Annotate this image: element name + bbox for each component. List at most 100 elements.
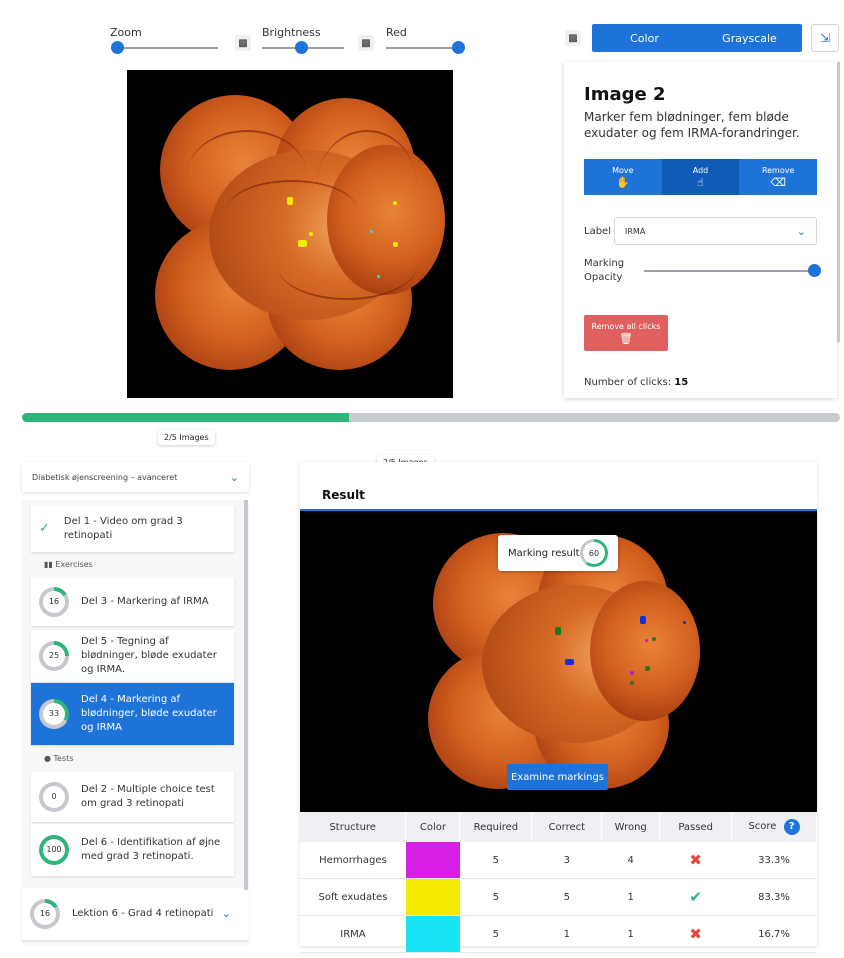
zoom-slider-knob[interactable]	[111, 41, 124, 54]
fundus-image-editor[interactable]	[127, 70, 453, 398]
check-icon: ✓	[39, 521, 50, 536]
red-slider-knob[interactable]	[452, 41, 465, 54]
color-swatch	[405, 879, 460, 915]
course-select-value: Diabetisk øjenscreening – avanceret	[32, 472, 178, 482]
save-icon[interactable]: ▩	[565, 30, 581, 46]
add-mode-button[interactable]: Add ☝	[661, 159, 740, 195]
list-item[interactable]: 16 Del 3 - Markering af IRMA	[31, 578, 234, 626]
progress-ring: 0	[39, 782, 69, 812]
next-lesson[interactable]: 16 Lektion 6 - Grad 4 retinopati ⌄	[22, 888, 249, 940]
progress-ring: 60	[580, 539, 608, 567]
progress-ring: 16	[39, 587, 69, 617]
marking	[565, 659, 574, 665]
marking	[377, 275, 380, 278]
click-count-value: 15	[674, 377, 689, 388]
col-structure: Structure	[300, 812, 407, 842]
color-swatch	[405, 842, 460, 878]
save-zoom-icon[interactable]: ▩	[235, 35, 251, 51]
add-label: Add	[692, 166, 709, 175]
vessel	[187, 130, 307, 220]
marking-result-value: 60	[583, 542, 605, 564]
label-caption: Label	[584, 225, 611, 237]
score-cell: 83.3%	[731, 878, 817, 916]
course-list-scrollbar[interactable]	[244, 500, 248, 890]
opacity-slider[interactable]	[644, 264, 821, 277]
hand-icon: ✋	[615, 176, 630, 189]
grayscale-tab[interactable]: Grayscale	[697, 24, 802, 52]
marking	[630, 681, 634, 685]
correct-cell: 5	[531, 878, 602, 916]
click-count: Number of clicks: 15	[584, 377, 817, 388]
list-item[interactable]: ✓ Del 1 - Video om grad 3 retinopati	[31, 506, 234, 552]
correct-cell: 3	[531, 842, 602, 879]
required-cell: 5	[459, 842, 532, 879]
list-item-active[interactable]: 33 Del 4 - Markering af blødninger, blød…	[31, 683, 234, 745]
marking	[555, 627, 561, 635]
trash-icon: 🗑	[619, 332, 633, 345]
tests-label: Tests	[53, 754, 74, 763]
list-item-title: Del 1 - Video om grad 3 retinopati	[63, 516, 183, 541]
move-mode-button[interactable]: Move ✋	[584, 159, 662, 195]
list-item-title: Del 2 - Multiple choice test om grad 3 r…	[81, 784, 215, 809]
wrong-cell: 1	[601, 915, 660, 953]
exercises-label: Exercises	[55, 560, 93, 569]
progress-ring-value: 16	[43, 591, 65, 613]
marking	[309, 232, 313, 236]
chevron-down-icon: ⌄	[221, 907, 231, 920]
list-item-title: Del 3 - Markering af IRMA	[81, 596, 209, 607]
pointer-icon: ☝	[697, 176, 704, 189]
progress-ring-value: 100	[43, 839, 65, 861]
zoom-slider[interactable]	[116, 47, 218, 49]
info-icon[interactable]: ?	[783, 819, 800, 835]
required-cell: 5	[459, 878, 532, 916]
color-mode-toggle[interactable]: Color Grayscale	[592, 24, 802, 52]
label-select-value: IRMA	[625, 226, 646, 236]
course-select[interactable]: Diabetisk øjenscreening – avanceret ⌄	[22, 462, 249, 492]
course-list: ✓ Del 1 - Video om grad 3 retinopati ▮▮ …	[22, 500, 249, 946]
correct-cell: 1	[531, 915, 602, 953]
label-select[interactable]: IRMA ⌄	[614, 217, 817, 245]
marking	[287, 197, 293, 205]
passed-cell: ✔	[659, 878, 732, 916]
brightness-slider-knob[interactable]	[295, 41, 308, 54]
color-cell	[405, 842, 460, 879]
list-item-title: Del 6 - Identifikation af øjne med grad …	[81, 837, 221, 862]
marking	[640, 616, 646, 624]
remove-all-clicks-button[interactable]: Remove all clicks 🗑	[584, 315, 668, 351]
marking	[393, 201, 397, 205]
list-item[interactable]: 100 Del 6 - Identifikation af øjne med g…	[31, 824, 234, 876]
opacity-caption: Marking Opacity	[584, 258, 625, 283]
chevron-down-icon: ⌄	[229, 470, 239, 484]
list-item[interactable]: 0 Del 2 - Multiple choice test om grad 3…	[31, 772, 234, 822]
color-tab[interactable]: Color	[592, 24, 697, 52]
col-correct: Correct	[531, 812, 603, 842]
tool-mode-toggle[interactable]: Move ✋ Add ☝ Remove ⌫	[584, 159, 817, 195]
opacity-slider-knob[interactable]	[808, 264, 821, 277]
progress-ring-value: 25	[43, 645, 65, 667]
marking	[630, 671, 634, 675]
progress-ring: 25	[39, 641, 69, 671]
marking-result-label: Marking result	[508, 547, 580, 559]
table-row: IRMA 5 1 1 ✖ 16.7%	[300, 915, 817, 953]
progress-ring-value: 33	[43, 703, 65, 725]
red-slider[interactable]	[386, 47, 458, 49]
result-table: Structure Color Required Correct Wrong P…	[300, 812, 817, 953]
table-row: Hemorrhages 5 3 4 ✖ 33.3%	[300, 842, 817, 879]
progress-ring: 16	[30, 899, 60, 929]
collapse-icon[interactable]: ⇲	[811, 24, 839, 52]
progress-ring-value: 16	[34, 903, 56, 925]
table-header-row: Structure Color Required Correct Wrong P…	[300, 812, 817, 842]
marking	[298, 240, 307, 247]
remove-mode-button[interactable]: Remove ⌫	[739, 159, 817, 195]
eraser-icon: ⌫	[770, 176, 786, 189]
color-cell	[405, 878, 460, 916]
wrong-cell: 1	[601, 878, 660, 916]
col-color: Color	[405, 812, 461, 842]
passed-cell: ✖	[659, 842, 732, 879]
examine-markings-button[interactable]: Examine markings	[507, 764, 608, 790]
list-item-title: Del 5 - Tegning af blødninger, bløde exu…	[81, 636, 217, 675]
panel-scrollbar[interactable]	[837, 62, 840, 342]
save-brightness-icon[interactable]: ▩	[358, 35, 374, 51]
list-item[interactable]: 25 Del 5 - Tegning af blødninger, bløde …	[31, 630, 234, 682]
color-swatch	[405, 916, 460, 952]
